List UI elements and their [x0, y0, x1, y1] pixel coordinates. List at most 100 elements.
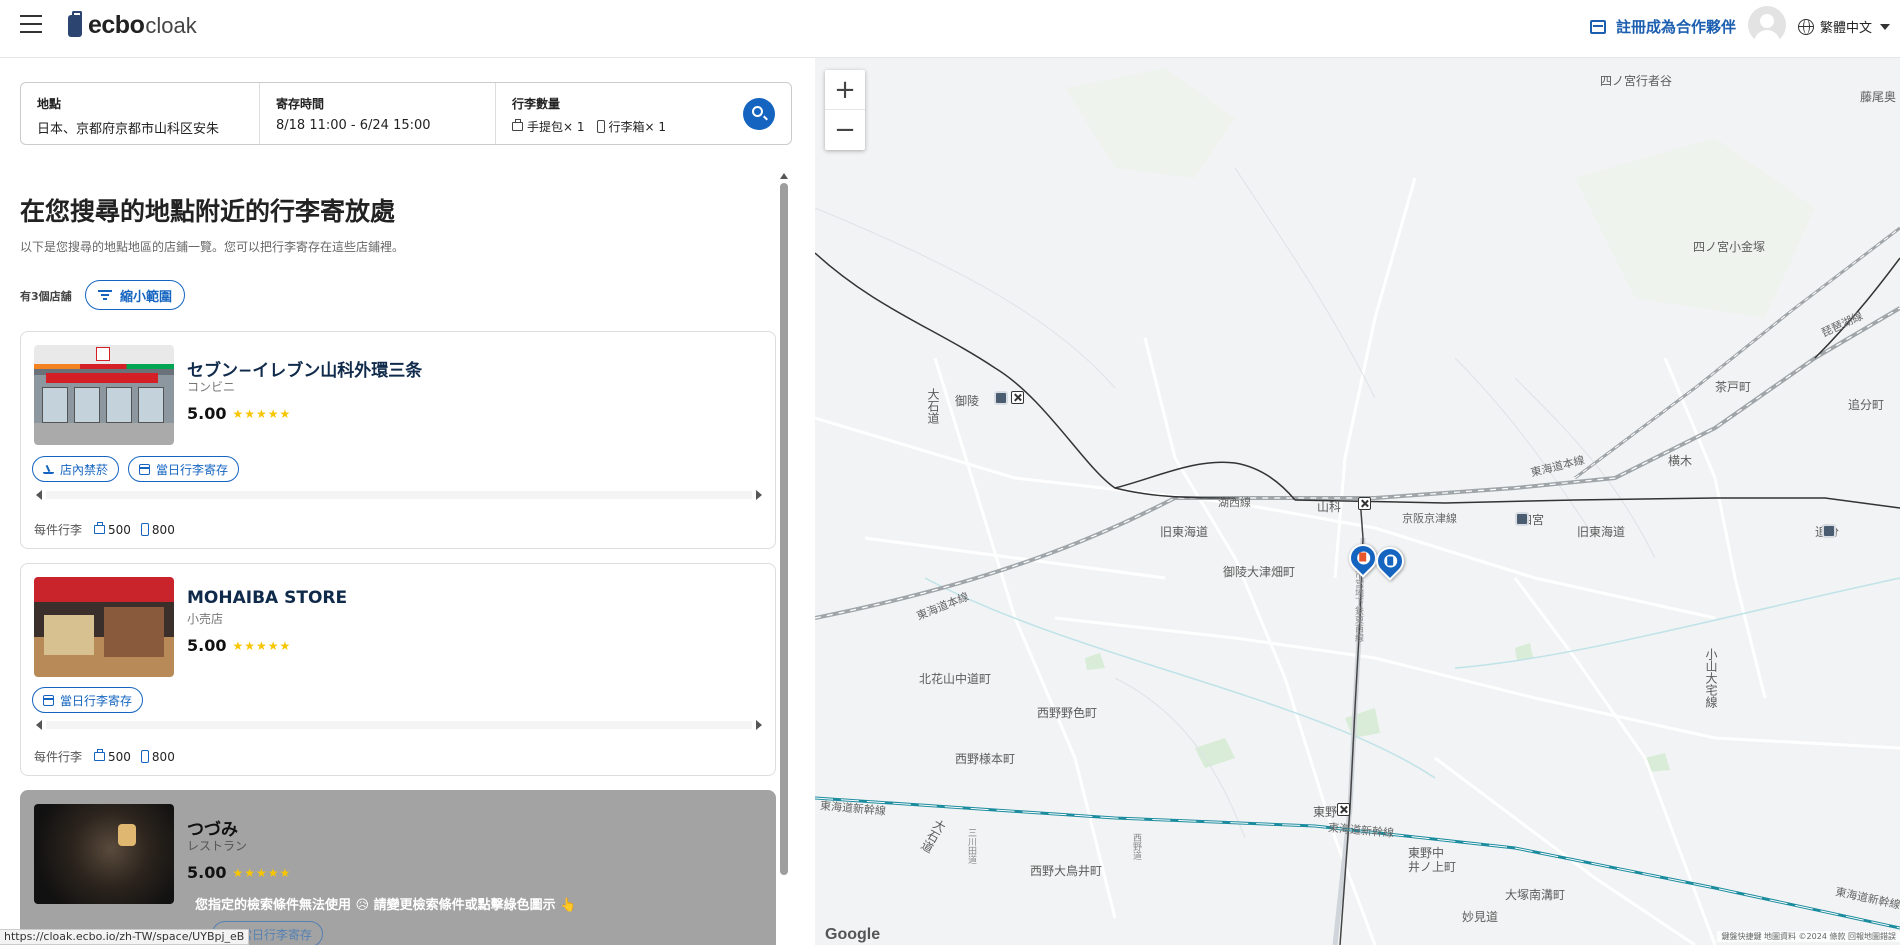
tag-label: 店內禁菸	[60, 462, 109, 477]
shop-category: 小売店	[187, 612, 224, 626]
price-row: 每件行李 500 800	[34, 521, 175, 538]
map[interactable]: + − 四ノ宮行者谷 藤尾奥 四ノ宮小金塚 茶戸町 横木 追分町 追分 御陵 大…	[815, 58, 1900, 945]
tag-label: 當日行李寄存	[156, 462, 229, 477]
bag-qty: 手提包× 1	[527, 120, 585, 134]
shop-name[interactable]: MOHAIBA STORE	[187, 588, 347, 608]
scroll-left-icon[interactable]	[36, 490, 42, 500]
calendar-icon	[43, 694, 54, 706]
shop-rating: 5.00 ★★★★★	[187, 404, 291, 423]
location-label: 地點	[37, 97, 62, 111]
location-value: 日本、京都府京都市山科区安朱	[37, 122, 220, 137]
suitcase-icon	[596, 120, 605, 133]
map-label: 北花山中道町	[919, 672, 992, 686]
convenience-store-icon	[1359, 552, 1367, 562]
qty-label: 行李數量	[512, 97, 561, 111]
search-icon	[752, 106, 763, 117]
zoom-control: + −	[825, 70, 865, 150]
menu-icon[interactable]	[20, 15, 42, 35]
narrow-filter-button[interactable]: 縮小範圍	[85, 280, 186, 310]
suitcase-logo-icon	[68, 10, 82, 37]
shop-card[interactable]: セブン−イレブン山科外環三条 コンビニ 5.00 ★★★★★ 店內禁菸 當日行李…	[20, 331, 776, 549]
map-label: 茶戸町	[1715, 380, 1752, 394]
bag-price: 500	[108, 749, 131, 764]
tag-no-smoking[interactable]: 店內禁菸	[32, 456, 120, 482]
map-label: 西野道	[1131, 833, 1141, 860]
map-label: 四ノ宮小金塚	[1693, 240, 1766, 254]
partner-signup-label: 註冊成為合作夥伴	[1616, 18, 1737, 36]
logo[interactable]: ecbo cloak	[68, 10, 197, 40]
logo-main-text: ecbo	[88, 11, 145, 39]
tag-list: 店內禁菸 當日行李寄存	[32, 456, 248, 482]
filter-icon	[98, 290, 112, 300]
map-label: 大塚南溝町	[1505, 888, 1566, 902]
scroll-right-icon[interactable]	[756, 720, 762, 730]
luggage-qty-field[interactable]: 行李數量 手提包× 1 行李箱× 1	[496, 83, 732, 144]
zoom-in-button[interactable]: +	[825, 70, 865, 110]
map-label: 東野	[1313, 805, 1338, 819]
map-label: 大石道	[926, 388, 940, 424]
suitcase-qty: 行李箱× 1	[608, 120, 667, 134]
map-label: 西野大鳥井町	[1030, 864, 1103, 878]
bag-icon	[94, 522, 106, 534]
scroll-thumb[interactable]	[780, 183, 788, 875]
results-panel: 地點 日本、京都府京都市山科区安朱 寄存時間 8/18 11:00 - 6/24…	[0, 58, 815, 945]
star-icons: ★★★★★	[232, 638, 292, 653]
time-field[interactable]: 寄存時間 8/18 11:00 - 6/24 15:00	[260, 83, 496, 144]
scroll-right-icon[interactable]	[756, 490, 762, 500]
subway-station-icon[interactable]	[1822, 524, 1836, 538]
map-label: 三川田道	[966, 828, 976, 864]
search-button[interactable]	[743, 98, 775, 130]
suitcase-price: 800	[151, 749, 175, 764]
map-label: 小山大宅線	[1704, 648, 1718, 708]
map-label: 旧東海道	[1160, 525, 1209, 539]
map-label: 御陵大津畑町	[1223, 565, 1296, 579]
shop-photo	[34, 577, 174, 677]
no-smoking-icon	[43, 465, 54, 474]
suitcase-icon	[1387, 556, 1394, 566]
status-url: https://cloak.ecbo.io/zh-TW/space/UYBpj_…	[0, 929, 250, 945]
unavailable-notice: 您指定的檢索條件無法使用 😥 請變更檢索條件或點擊綠色圖示 👆	[195, 898, 577, 913]
page-title: 在您搜尋的地點附近的行李寄放處	[20, 197, 396, 226]
rail-station-icon[interactable]	[1011, 391, 1024, 404]
tag-label: 當日行李寄存	[60, 693, 133, 708]
map-label: 四ノ宮行者谷	[1600, 74, 1673, 88]
bag-icon	[94, 749, 106, 761]
avatar[interactable]	[1748, 6, 1786, 44]
shop-card-unavailable[interactable]: つづみ レストラン 5.00 ★★★★★ 您指定的檢索條件無法使用 😥 請變更檢…	[20, 790, 776, 945]
map-label: 横木	[1668, 454, 1693, 468]
shop-photo	[34, 345, 174, 445]
scroll-up-icon[interactable]	[780, 173, 788, 179]
logo-sub-text: cloak	[145, 12, 197, 38]
rating-value: 5.00	[187, 636, 227, 655]
globe-icon	[1798, 18, 1814, 35]
search-bar: 地點 日本、京都府京都市山科区安朱 寄存時間 8/18 11:00 - 6/24…	[20, 82, 792, 145]
page-subtitle: 以下是您搜尋的地點地區的店鋪一覽。您可以把行李寄存在這些店鋪裡。	[20, 240, 405, 254]
star-icons: ★★★★★	[232, 865, 292, 880]
language-selector[interactable]: 繁體中文	[1798, 17, 1891, 36]
shop-rating: 5.00 ★★★★★	[187, 863, 291, 882]
subway-station-icon[interactable]	[1515, 512, 1529, 526]
rail-station-icon[interactable]	[1358, 497, 1371, 510]
vertical-scrollbar[interactable]	[778, 173, 790, 945]
tag-label: 當日行李寄存	[240, 927, 313, 942]
shop-photo	[34, 804, 174, 904]
map-label: 御陵	[955, 394, 980, 408]
star-icons: ★★★★★	[232, 406, 292, 421]
tag-scrollbar[interactable]	[36, 719, 762, 731]
shop-card[interactable]: MOHAIBA STORE 小売店 5.00 ★★★★★ 當日行李寄存 每件行李…	[20, 563, 776, 776]
rail-station-icon[interactable]	[1337, 803, 1350, 816]
subway-station-icon[interactable]	[994, 391, 1008, 405]
location-field[interactable]: 地點 日本、京都府京都市山科区安朱	[21, 83, 260, 144]
tag-same-day[interactable]: 當日行李寄存	[128, 456, 240, 482]
map-label: 山科	[1317, 500, 1342, 514]
tag-scrollbar[interactable]	[36, 489, 762, 501]
store-icon	[1590, 19, 1606, 34]
map-label: 東野中 井ノ上町	[1408, 846, 1457, 874]
scroll-left-icon[interactable]	[36, 720, 42, 730]
tag-same-day[interactable]: 當日行李寄存	[32, 687, 144, 713]
map-attribution[interactable]: 鍵盤快捷鍵 地圖資料 ©2024 條款 回報地圖錯誤	[1717, 931, 1900, 942]
partner-signup-link[interactable]: 註冊成為合作夥伴	[1590, 16, 1736, 37]
price-label: 每件行李	[34, 750, 83, 764]
zoom-out-button[interactable]: −	[825, 110, 865, 150]
map-label: 湖西線	[1218, 496, 1251, 509]
